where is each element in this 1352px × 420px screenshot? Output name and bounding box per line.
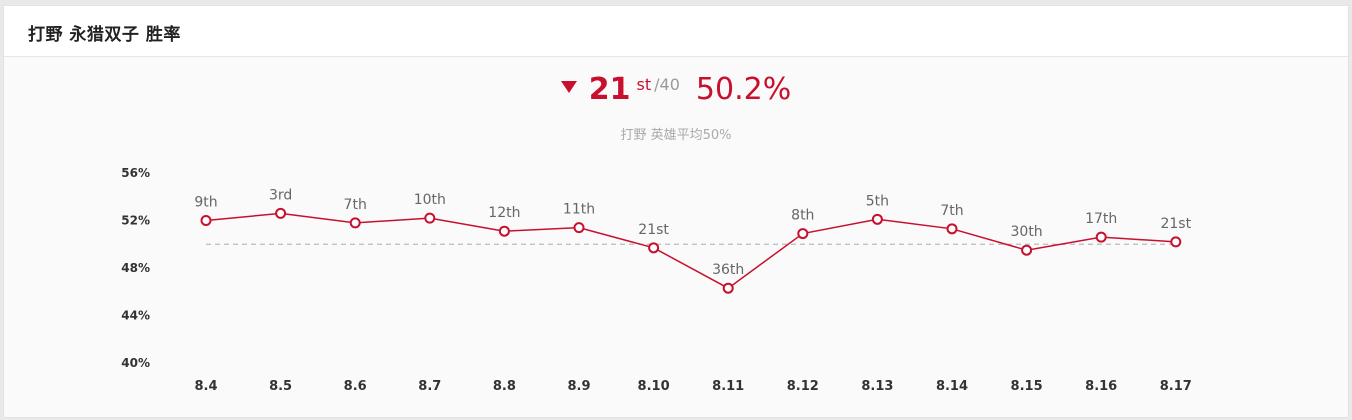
x-tick-label: 8.8 <box>493 379 516 394</box>
data-point <box>424 212 436 224</box>
data-point <box>275 207 287 219</box>
y-tick-label: 56% <box>121 166 150 180</box>
x-tick-label: 8.9 <box>567 379 590 394</box>
data-point <box>573 222 585 234</box>
data-point <box>871 213 883 225</box>
data-point <box>946 223 958 235</box>
data-point <box>349 217 361 229</box>
y-tick-label: 44% <box>121 309 150 323</box>
x-tick-label: 8.10 <box>638 379 670 394</box>
data-point <box>498 225 510 237</box>
data-point <box>1170 236 1182 248</box>
point-rank-label: 7th <box>940 203 963 219</box>
x-tick-label: 8.15 <box>1011 379 1043 394</box>
x-tick-label: 8.14 <box>936 379 968 394</box>
x-tick-label: 8.16 <box>1085 379 1117 394</box>
y-tick-label: 48% <box>121 261 150 275</box>
point-rank-label: 12th <box>488 205 520 221</box>
data-point <box>1095 231 1107 243</box>
y-tick-label: 40% <box>121 356 150 370</box>
point-rank-label: 7th <box>344 197 367 213</box>
point-rank-label: 8th <box>791 208 814 224</box>
point-rank-label: 36th <box>712 262 744 278</box>
x-tick-label: 8.17 <box>1160 379 1192 394</box>
point-rank-label: 5th <box>866 193 889 209</box>
point-rank-label: 21st <box>1160 216 1191 232</box>
x-tick-label: 8.6 <box>344 379 367 394</box>
y-tick-label: 52% <box>121 214 150 228</box>
point-rank-label: 10th <box>414 192 446 208</box>
data-point <box>722 282 734 294</box>
winrate-line-chart: 40% 44% 48% 52% 56% 8.4 8.5 8.6 8.7 8.8 8.9 8.10 8.1… <box>121 166 1192 394</box>
x-tick-label: 8.4 <box>194 379 217 394</box>
point-rank-label: 9th <box>194 195 217 211</box>
x-tick-label: 8.5 <box>269 379 292 394</box>
x-tick-label: 8.11 <box>712 379 744 394</box>
point-rank-label: 17th <box>1085 211 1117 227</box>
data-point <box>1021 244 1033 256</box>
point-rank-label: 3rd <box>269 187 292 203</box>
x-tick-label: 8.12 <box>787 379 819 394</box>
data-point <box>797 228 809 240</box>
point-rank-label: 11th <box>563 202 595 218</box>
point-rank-label: 21st <box>638 222 669 238</box>
data-point <box>200 215 212 226</box>
x-tick-label: 8.13 <box>861 379 893 394</box>
point-rank-label: 30th <box>1011 224 1043 240</box>
x-tick-label: 8.7 <box>418 379 441 394</box>
data-point <box>648 242 660 254</box>
